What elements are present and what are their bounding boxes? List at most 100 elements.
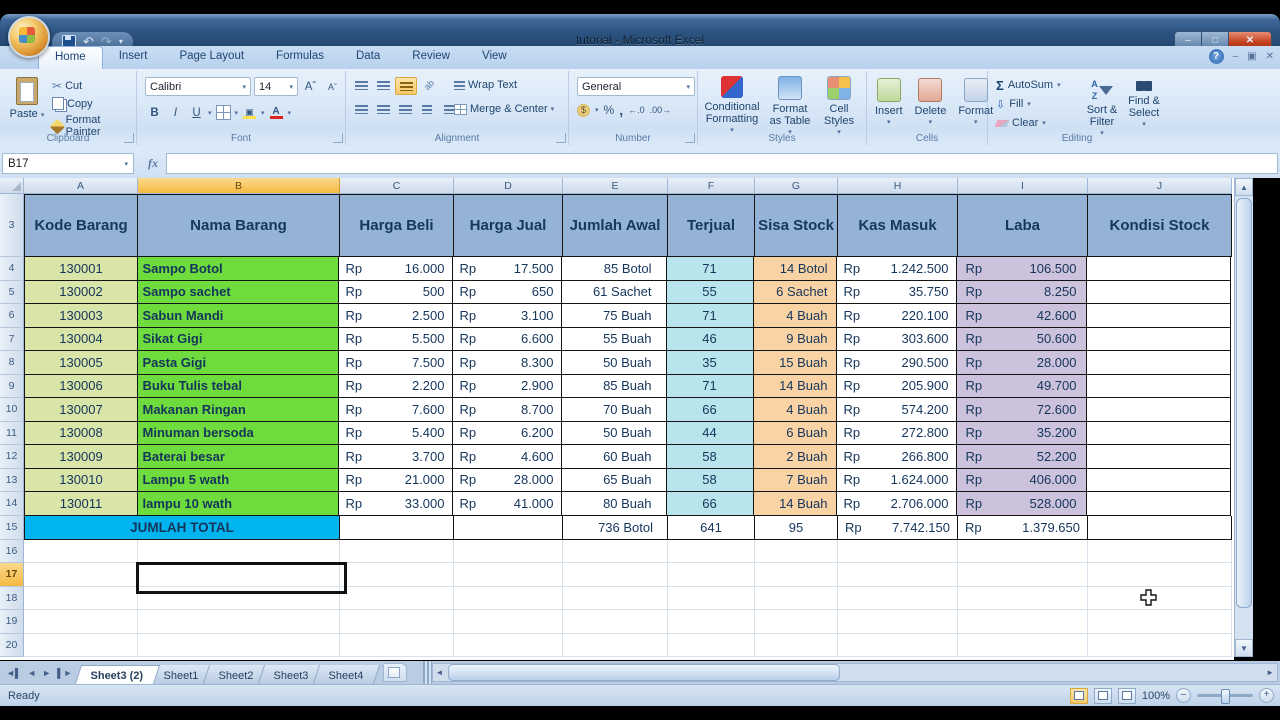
- cell-D18[interactable]: [454, 587, 563, 611]
- cell-F3[interactable]: Terjual: [668, 194, 755, 257]
- cell-B8[interactable]: Pasta Gigi: [137, 351, 339, 375]
- cell-E9[interactable]: 85 Buah: [562, 375, 667, 399]
- cell-D4[interactable]: Rp17.500: [453, 257, 562, 281]
- cell-I4[interactable]: Rp106.500: [957, 257, 1087, 281]
- cell-D15[interactable]: [454, 516, 563, 540]
- cell-J20[interactable]: [1088, 634, 1232, 658]
- cell-G7[interactable]: 9 Buah: [754, 328, 837, 352]
- cell-A9[interactable]: 130006: [24, 375, 138, 399]
- scroll-up-icon[interactable]: ▲: [1235, 178, 1253, 196]
- scroll-left-icon[interactable]: ◄: [433, 668, 447, 677]
- cell-E11[interactable]: 50 Buah: [562, 422, 667, 446]
- cell-E10[interactable]: 70 Buah: [562, 398, 667, 422]
- cell-E20[interactable]: [563, 634, 668, 658]
- row-header-12[interactable]: 12: [0, 445, 24, 469]
- cell-C8[interactable]: Rp7.500: [339, 351, 453, 375]
- row-header-13[interactable]: 13: [0, 469, 24, 493]
- cell-A3[interactable]: Kode Barang: [24, 194, 138, 257]
- cell-G3[interactable]: Sisa Stock: [755, 194, 838, 257]
- cell-G11[interactable]: 6 Buah: [754, 422, 837, 446]
- font-size-select[interactable]: 14▾: [254, 77, 298, 96]
- cell-D12[interactable]: Rp4.600: [453, 445, 562, 469]
- cell-H12[interactable]: Rp266.800: [837, 445, 957, 469]
- cell-E12[interactable]: 60 Buah: [562, 445, 667, 469]
- cell-G8[interactable]: 15 Buah: [754, 351, 837, 375]
- cell-F12[interactable]: 58: [667, 445, 754, 469]
- cell-D11[interactable]: Rp6.200: [453, 422, 562, 446]
- cell-E15[interactable]: 736 Botol: [563, 516, 668, 540]
- vertical-scroll-thumb[interactable]: [1236, 198, 1252, 608]
- column-header-J[interactable]: J: [1088, 178, 1232, 194]
- cell-F4[interactable]: 71: [667, 257, 754, 281]
- fill-button[interactable]: ⇩Fill▾: [996, 96, 1061, 112]
- cell-D7[interactable]: Rp6.600: [453, 328, 562, 352]
- cell-E5[interactable]: 61 Sachet: [562, 281, 667, 305]
- cell-I13[interactable]: Rp406.000: [957, 469, 1087, 493]
- cell-J6[interactable]: [1087, 304, 1231, 328]
- cell-G16[interactable]: [755, 540, 838, 564]
- row-header-20[interactable]: 20: [0, 634, 24, 658]
- cell-C3[interactable]: Harga Beli: [340, 194, 454, 257]
- decrease-indent-icon[interactable]: [417, 101, 437, 117]
- cell-A4[interactable]: 130001: [24, 257, 138, 281]
- cell-G19[interactable]: [755, 610, 838, 634]
- percent-style-icon[interactable]: %: [604, 103, 615, 117]
- cell-D14[interactable]: Rp41.000: [453, 492, 562, 516]
- cell-F17[interactable]: [668, 563, 755, 587]
- select-all-corner[interactable]: [0, 178, 24, 194]
- comma-style-icon[interactable]: ,: [619, 102, 623, 118]
- tab-review[interactable]: Review: [396, 46, 466, 69]
- cell-A17[interactable]: [24, 563, 138, 587]
- row-header-17[interactable]: 17: [0, 563, 24, 587]
- cell-B13[interactable]: Lampu 5 wath: [137, 469, 339, 493]
- cell-H15[interactable]: Rp7.742.150: [838, 516, 958, 540]
- cell-I3[interactable]: Laba: [958, 194, 1088, 257]
- clipboard-dialog-launcher-icon[interactable]: [124, 133, 134, 143]
- cell-I20[interactable]: [958, 634, 1088, 658]
- cell-J3[interactable]: Kondisi Stock: [1088, 194, 1232, 257]
- cell-E19[interactable]: [563, 610, 668, 634]
- cell-D19[interactable]: [454, 610, 563, 634]
- page-break-view-button[interactable]: [1118, 688, 1136, 704]
- cell-F13[interactable]: 58: [667, 469, 754, 493]
- accounting-dropdown-icon[interactable]: ▾: [595, 106, 599, 114]
- cell-E3[interactable]: Jumlah Awal: [563, 194, 668, 257]
- cell-F8[interactable]: 35: [667, 351, 754, 375]
- tab-data[interactable]: Data: [340, 46, 396, 69]
- workbook-minimize-icon[interactable]: –: [1233, 51, 1239, 62]
- borders-icon[interactable]: [214, 103, 233, 122]
- cell-H9[interactable]: Rp205.900: [837, 375, 957, 399]
- cell-A5[interactable]: 130002: [24, 281, 138, 305]
- column-header-G[interactable]: G: [755, 178, 838, 194]
- cell-C10[interactable]: Rp7.600: [339, 398, 453, 422]
- last-sheet-icon[interactable]: ▌►: [57, 668, 72, 678]
- cell-H7[interactable]: Rp303.600: [837, 328, 957, 352]
- cell-D20[interactable]: [454, 634, 563, 658]
- workbook-restore-icon[interactable]: ▣: [1247, 51, 1256, 62]
- cell-J16[interactable]: [1088, 540, 1232, 564]
- row-header-9[interactable]: 9: [0, 375, 24, 399]
- increase-decimal-icon[interactable]: ←.0: [628, 105, 645, 115]
- zoom-slider-thumb[interactable]: [1221, 689, 1230, 704]
- alignment-dialog-launcher-icon[interactable]: [556, 133, 566, 143]
- cell-F5[interactable]: 55: [667, 281, 754, 305]
- cell-B19[interactable]: [138, 610, 340, 634]
- cell-H13[interactable]: Rp1.624.000: [837, 469, 957, 493]
- horizontal-scrollbar[interactable]: ◄ ►: [432, 663, 1278, 682]
- cell-H5[interactable]: Rp35.750: [837, 281, 957, 305]
- cell-I8[interactable]: Rp28.000: [957, 351, 1087, 375]
- cell-J19[interactable]: [1088, 610, 1232, 634]
- cell-B10[interactable]: Makanan Ringan: [137, 398, 339, 422]
- cell-B12[interactable]: Baterai besar: [137, 445, 339, 469]
- cell-E4[interactable]: 85 Botol: [562, 257, 667, 281]
- cell-H18[interactable]: [838, 587, 958, 611]
- cell-C6[interactable]: Rp2.500: [339, 304, 453, 328]
- column-header-I[interactable]: I: [958, 178, 1088, 194]
- formula-input[interactable]: [166, 153, 1278, 174]
- sort-filter-button[interactable]: AZ Sort & Filter▾: [1082, 78, 1122, 140]
- horizontal-scroll-thumb[interactable]: [448, 664, 840, 681]
- prev-sheet-icon[interactable]: ◄: [27, 668, 36, 678]
- cell-H19[interactable]: [838, 610, 958, 634]
- row-header-4[interactable]: 4: [0, 257, 24, 281]
- name-box[interactable]: B17▾: [2, 153, 134, 174]
